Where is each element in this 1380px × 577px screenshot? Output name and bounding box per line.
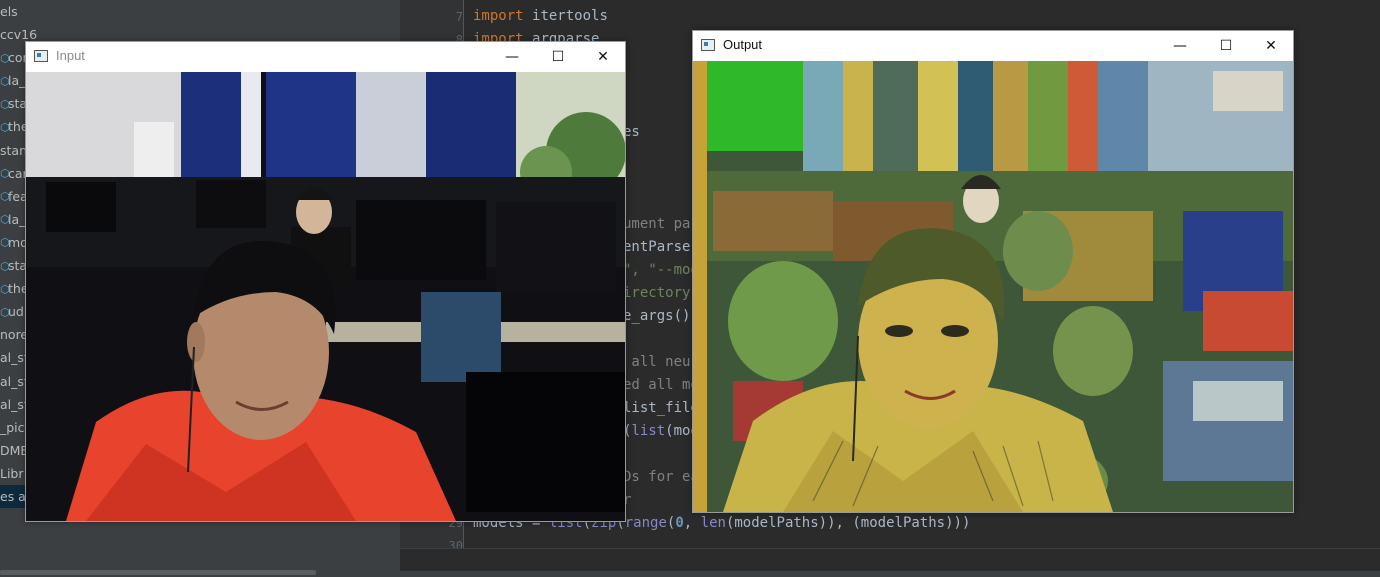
python-file-icon: ⬡ <box>0 190 10 204</box>
code-token: irectory <box>623 285 691 301</box>
python-file-icon: ⬡ <box>0 51 10 65</box>
tree-item-label: la_ <box>8 73 26 89</box>
python-file-icon: ⬡ <box>0 74 10 88</box>
code-line[interactable]: (list(mod <box>623 423 699 439</box>
code-token: e_args() <box>623 308 691 324</box>
code-token: (modelPaths)), (modelPaths))) <box>725 515 971 531</box>
code-line[interactable]: ", "--mod <box>623 262 699 278</box>
code-line[interactable]: import itertools <box>473 8 608 24</box>
tree-item-label: nore <box>0 327 29 343</box>
maximize-button[interactable]: ☐ <box>1203 31 1249 61</box>
python-file-icon: ⬡ <box>0 167 10 181</box>
code-token: list_file <box>623 400 699 416</box>
tree-item-label: la_ <box>8 211 26 227</box>
tree-item-label: stan <box>0 142 27 158</box>
close-button[interactable]: ✕ <box>580 42 626 72</box>
input-window[interactable]: Input — ☐ ✕ <box>25 41 626 522</box>
close-button[interactable]: ✕ <box>1248 31 1294 61</box>
code-line[interactable]: irectory <box>623 285 690 301</box>
code-line[interactable]: list_file <box>623 400 699 416</box>
stylized-output-image <box>693 61 1293 512</box>
python-file-icon: ⬡ <box>0 282 10 296</box>
code-token: ", "--mod <box>623 262 699 278</box>
python-file-icon: ⬡ <box>0 305 10 319</box>
tree-item-label: els <box>0 4 18 19</box>
code-token: len <box>700 515 726 531</box>
minimize-button[interactable]: — <box>489 42 535 72</box>
editor-horizontal-scrollbar[interactable] <box>400 571 1380 577</box>
output-window[interactable]: Output — ☐ ✕ <box>692 30 1294 513</box>
tree-horizontal-scrollbar[interactable] <box>0 567 400 577</box>
output-window-titlebar[interactable]: Output — ☐ ✕ <box>693 31 1293 61</box>
code-line[interactable]: ument par <box>623 216 699 232</box>
code-token: all neur <box>623 354 699 370</box>
output-window-title: Output <box>723 37 763 52</box>
code-token: ument par <box>623 216 699 232</box>
code-line[interactable]: e_args() <box>623 308 690 324</box>
python-file-icon: ⬡ <box>0 236 10 250</box>
scrollbar-thumb[interactable] <box>0 570 316 575</box>
tree-item[interactable]: els <box>0 0 400 23</box>
tree-item-label: Libr <box>0 465 24 481</box>
code-token: range <box>624 515 667 531</box>
app-window-icon <box>701 39 715 51</box>
code-token: 0 <box>675 515 684 531</box>
webcam-input-image <box>26 72 625 521</box>
code-token: Ds for ea <box>623 469 699 485</box>
code-token: , <box>683 515 701 531</box>
code-token: entParser <box>623 239 699 255</box>
code-line[interactable]: ed all mo <box>623 377 699 393</box>
input-window-title: Input <box>56 48 85 63</box>
code-line[interactable]: all neur <box>623 354 699 370</box>
maximize-button[interactable]: ☐ <box>535 42 581 72</box>
editor-bottom-bar <box>400 548 1380 577</box>
code-line[interactable]: entParser <box>623 239 699 255</box>
code-token: ed all mo <box>623 377 699 393</box>
python-file-icon: ⬡ <box>0 97 10 111</box>
tree-item-label: ccv16 <box>0 27 38 43</box>
python-file-icon: ⬡ <box>0 213 10 227</box>
code-token: import <box>473 8 533 24</box>
python-file-icon: ⬡ <box>0 120 10 134</box>
code-line[interactable]: Ds for ea <box>623 469 699 485</box>
line-number: 7 <box>455 10 463 24</box>
input-window-titlebar[interactable]: Input — ☐ ✕ <box>26 42 625 72</box>
app-window-icon <box>34 50 48 62</box>
python-file-icon: ⬡ <box>0 259 10 273</box>
code-token: itertools <box>532 8 608 24</box>
code-token: list <box>631 423 666 439</box>
minimize-button[interactable]: — <box>1157 31 1203 61</box>
